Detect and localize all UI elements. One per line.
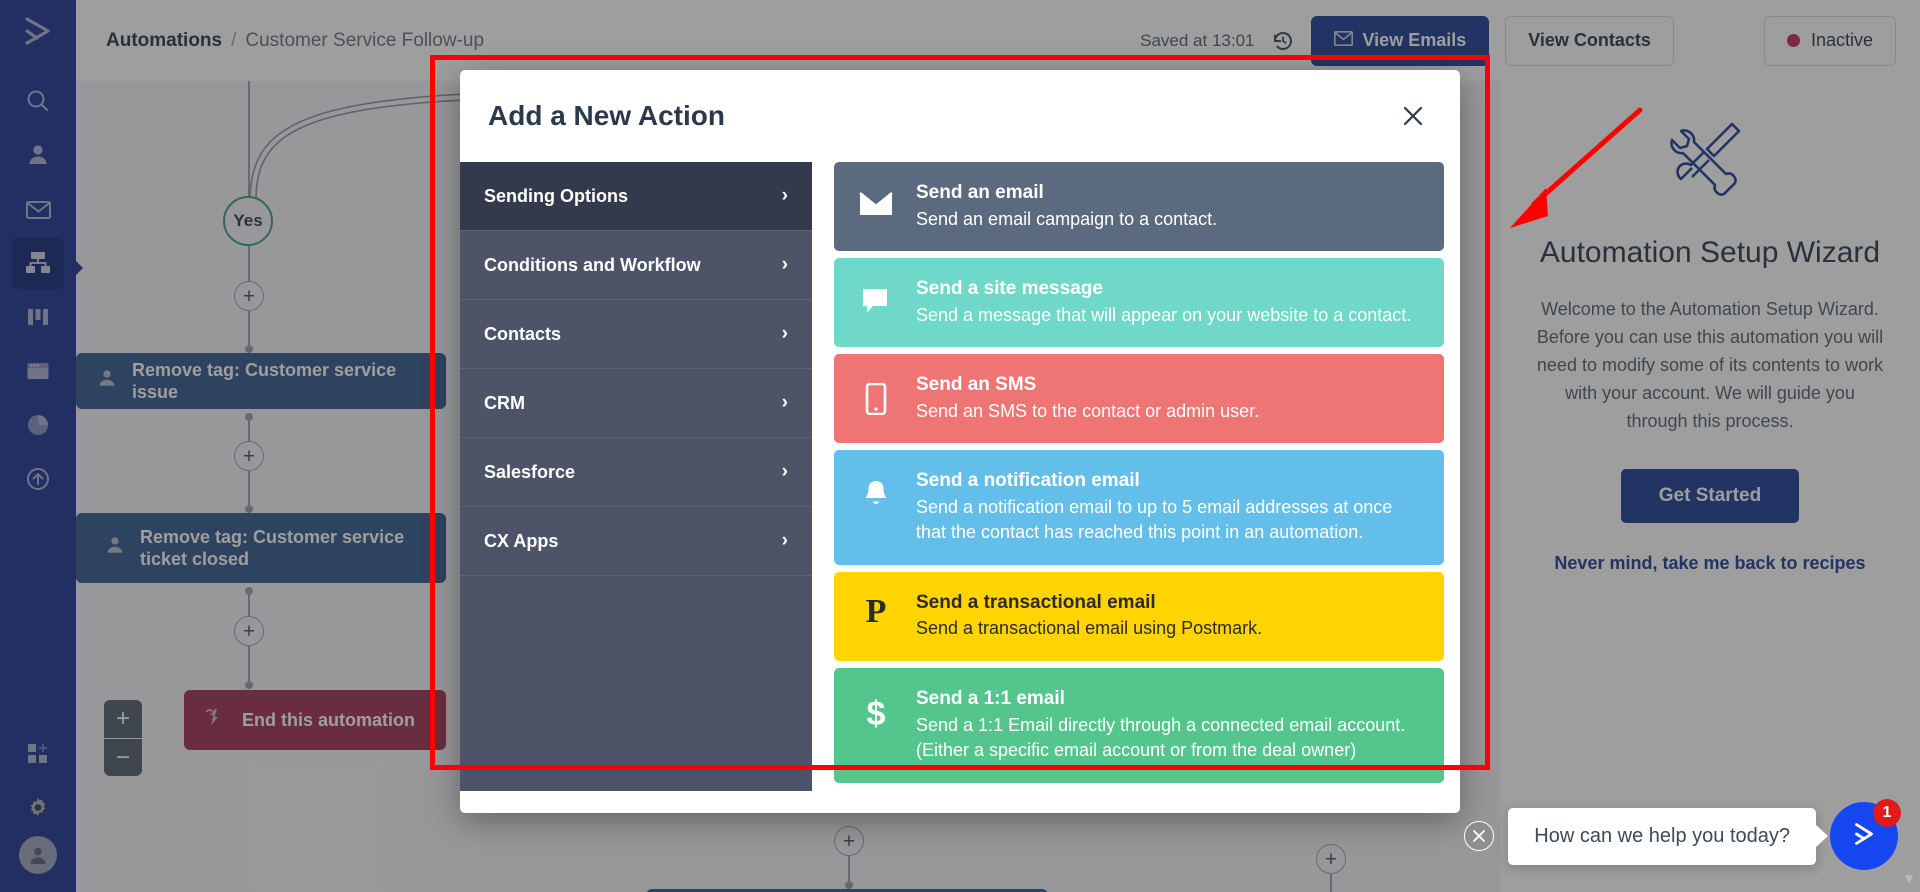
action-text: Send an SMS Send an SMS to the contact o… bbox=[916, 371, 1422, 424]
action-list: Send an email Send an email campaign to … bbox=[834, 162, 1444, 791]
action-title: Send a site message bbox=[916, 278, 1103, 300]
action-description: Send an SMS to the contact or admin user… bbox=[916, 400, 1260, 421]
action-text: Send a transactional email Send a transa… bbox=[916, 589, 1422, 642]
modal-body: Sending Options › Conditions and Workflo… bbox=[460, 162, 1460, 813]
category-label: Conditions and Workflow bbox=[484, 254, 701, 275]
action-description: Send a transactional email using Postmar… bbox=[916, 618, 1263, 639]
category-label: CX Apps bbox=[484, 530, 559, 551]
action-title: Send a transactional email bbox=[916, 591, 1156, 613]
category-item-salesforce[interactable]: Salesforce › bbox=[460, 438, 812, 507]
chevron-right-icon: › bbox=[781, 254, 788, 275]
envelope-icon bbox=[856, 179, 896, 217]
action-text: Send an email Send an email campaign to … bbox=[916, 179, 1422, 232]
action-item-send-a-1-1-email[interactable]: $ Send a 1:1 email Send a 1:1 Email dire… bbox=[834, 668, 1444, 783]
action-item-send-an-email[interactable]: Send an email Send an email campaign to … bbox=[834, 162, 1444, 252]
category-label: CRM bbox=[484, 392, 525, 413]
modal-title: Add a New Action bbox=[488, 100, 725, 131]
action-title: Send an SMS bbox=[916, 374, 1037, 396]
add-action-modal: Add a New Action Sending Options › Condi… bbox=[460, 70, 1460, 813]
bell-icon bbox=[856, 467, 896, 509]
category-label: Contacts bbox=[484, 323, 562, 344]
category-item-conditions-and-workflow[interactable]: Conditions and Workflow › bbox=[460, 231, 812, 300]
chevron-right-icon: › bbox=[781, 185, 788, 206]
action-description: Send a 1:1 Email directly through a conn… bbox=[916, 714, 1406, 761]
action-text: Send a notification email Send a notific… bbox=[916, 467, 1422, 546]
category-item-cx-apps[interactable]: CX Apps › bbox=[460, 507, 812, 576]
action-item-send-a-notification-email[interactable]: Send a notification email Send a notific… bbox=[834, 450, 1444, 565]
action-description: Send an email campaign to a contact. bbox=[916, 208, 1218, 229]
chat-launcher-button[interactable]: 1 bbox=[1830, 799, 1901, 870]
category-item-contacts[interactable]: Contacts › bbox=[460, 300, 812, 369]
close-icon[interactable] bbox=[1464, 821, 1495, 851]
chevron-right-icon: › bbox=[781, 323, 788, 344]
chevron-right-icon: › bbox=[781, 392, 788, 413]
category-item-sending-options[interactable]: Sending Options › bbox=[460, 162, 812, 231]
chat-bubble-icon bbox=[856, 275, 896, 315]
chat-message[interactable]: How can we help you today? bbox=[1508, 807, 1816, 865]
action-title: Send an email bbox=[916, 182, 1044, 203]
action-description: Send a message that will appear on your … bbox=[916, 304, 1412, 325]
mobile-phone-icon bbox=[856, 371, 896, 416]
category-label: Sending Options bbox=[484, 185, 628, 206]
action-item-send-a-site-message[interactable]: Send a site message Send a message that … bbox=[834, 258, 1444, 348]
chat-widget: How can we help you today? 1 bbox=[1464, 799, 1901, 870]
category-item-crm[interactable]: CRM › bbox=[460, 369, 812, 438]
modal-header: Add a New Action bbox=[460, 70, 1460, 162]
postmark-p-icon: P bbox=[865, 592, 887, 630]
close-icon[interactable] bbox=[1396, 99, 1430, 133]
action-text: Send a 1:1 email Send a 1:1 Email direct… bbox=[916, 685, 1422, 764]
chat-chevron-icon bbox=[1848, 818, 1880, 855]
action-title: Send a notification email bbox=[916, 470, 1140, 492]
chevron-right-icon: › bbox=[781, 530, 788, 551]
action-item-send-a-transactional-email[interactable]: P Send a transactional email Send a tran… bbox=[834, 571, 1444, 662]
category-label: Salesforce bbox=[484, 461, 576, 482]
action-item-send-an-sms[interactable]: Send an SMS Send an SMS to the contact o… bbox=[834, 354, 1444, 444]
chevron-right-icon: › bbox=[781, 461, 788, 482]
category-list: Sending Options › Conditions and Workflo… bbox=[460, 162, 812, 791]
action-text: Send a site message Send a message that … bbox=[916, 275, 1422, 328]
action-description: Send a notification email to up to 5 ema… bbox=[916, 496, 1393, 543]
scrollbar-down-arrow[interactable]: ▼ bbox=[1902, 870, 1916, 886]
chat-unread-count: 1 bbox=[1873, 799, 1901, 827]
dollar-sign-icon: $ bbox=[866, 695, 886, 734]
category-list-filler bbox=[460, 576, 812, 791]
action-title: Send a 1:1 email bbox=[916, 688, 1065, 710]
